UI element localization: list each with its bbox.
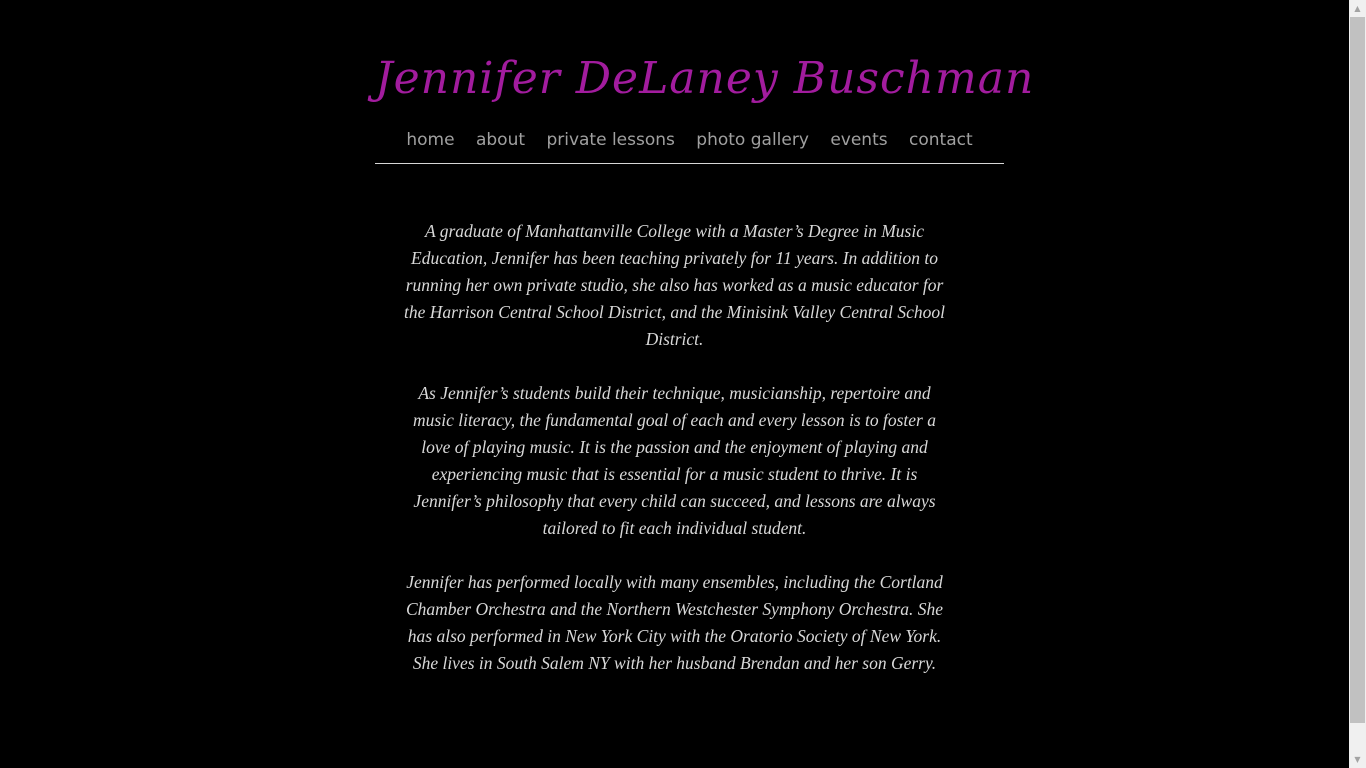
scrollbar-thumb[interactable] bbox=[1350, 17, 1365, 723]
header-divider bbox=[375, 163, 1004, 164]
site-header: Jennifer DeLaney Buschman home about pri… bbox=[375, 0, 1035, 165]
vertical-scrollbar[interactable]: ▲ ▼ bbox=[1349, 0, 1366, 768]
nav-home-link[interactable]: home bbox=[406, 130, 454, 150]
nav-events-link[interactable]: events bbox=[830, 130, 887, 150]
nav-private-lessons-link[interactable]: private lessons bbox=[546, 130, 674, 150]
page: Jennifer DeLaney Buschman home about pri… bbox=[0, 0, 1349, 768]
bio-paragraph-education: A graduate of Manhattanville College wit… bbox=[404, 221, 945, 349]
site-title: Jennifer DeLaney Buschman bbox=[375, 53, 1035, 104]
bio-paragraph-performance: Jennifer has performed locally with many… bbox=[405, 572, 944, 673]
bio-paragraph-philosophy: As Jennifer’s students build their techn… bbox=[413, 383, 936, 538]
about-content: A graduate of Manhattanville College wit… bbox=[398, 218, 951, 704]
scroll-up-icon[interactable]: ▲ bbox=[1349, 0, 1366, 17]
nav-about-link[interactable]: about bbox=[476, 130, 525, 150]
scroll-down-icon[interactable]: ▼ bbox=[1349, 751, 1366, 768]
nav-contact-link[interactable]: contact bbox=[909, 130, 973, 150]
main-nav: home about private lessons photo gallery… bbox=[375, 126, 1004, 154]
nav-photo-gallery-link[interactable]: photo gallery bbox=[696, 130, 809, 150]
